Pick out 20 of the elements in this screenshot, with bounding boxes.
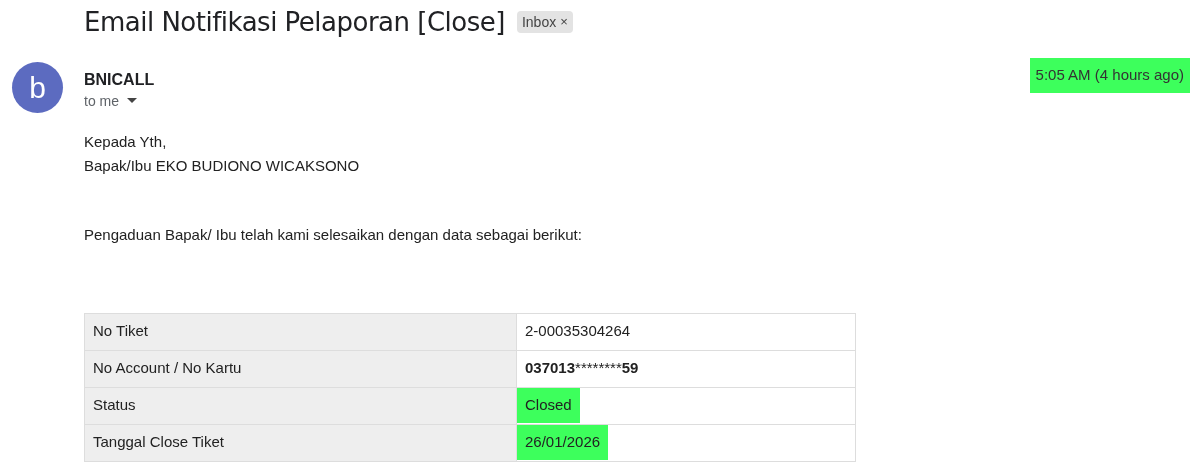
- label-text: Inbox: [521, 12, 557, 32]
- table-cell: Status: [84, 387, 517, 424]
- email-subject: Email Notifikasi Pelaporan [Close]: [84, 6, 505, 39]
- table-cell: No Tiket: [84, 313, 517, 350]
- remove-label-button[interactable]: ×: [560, 12, 568, 32]
- sender-name: BNICALL: [84, 70, 155, 90]
- body-text: Kepada Yth,: [84, 131, 168, 152]
- table-cell-text: 037013********59: [524, 358, 640, 379]
- body-text: Pengaduan Bapak/ Ibu telah kami selesaikan dengan data sebagai berikut:: [84, 224, 583, 245]
- table-cell-text: 2-00035304264: [524, 321, 632, 342]
- timestamp: 5:05 AM (4 hours ago): [1029, 58, 1190, 93]
- sender-avatar: b: [12, 62, 63, 113]
- table-cell: No Account / No Kartu: [84, 350, 517, 387]
- table-cell: Closed: [517, 388, 580, 423]
- table-cell: 26/01/2026: [517, 425, 609, 460]
- inbox-label[interactable]: Inbox ×: [516, 11, 573, 33]
- dropdown-caret-icon[interactable]: [127, 98, 137, 104]
- recipient-text: to me: [84, 91, 119, 111]
- body-text: Bapak/Ibu EKO BUDIONO WICAKSONO: [84, 155, 361, 176]
- table-cell: Tanggal Close Tiket: [84, 424, 517, 461]
